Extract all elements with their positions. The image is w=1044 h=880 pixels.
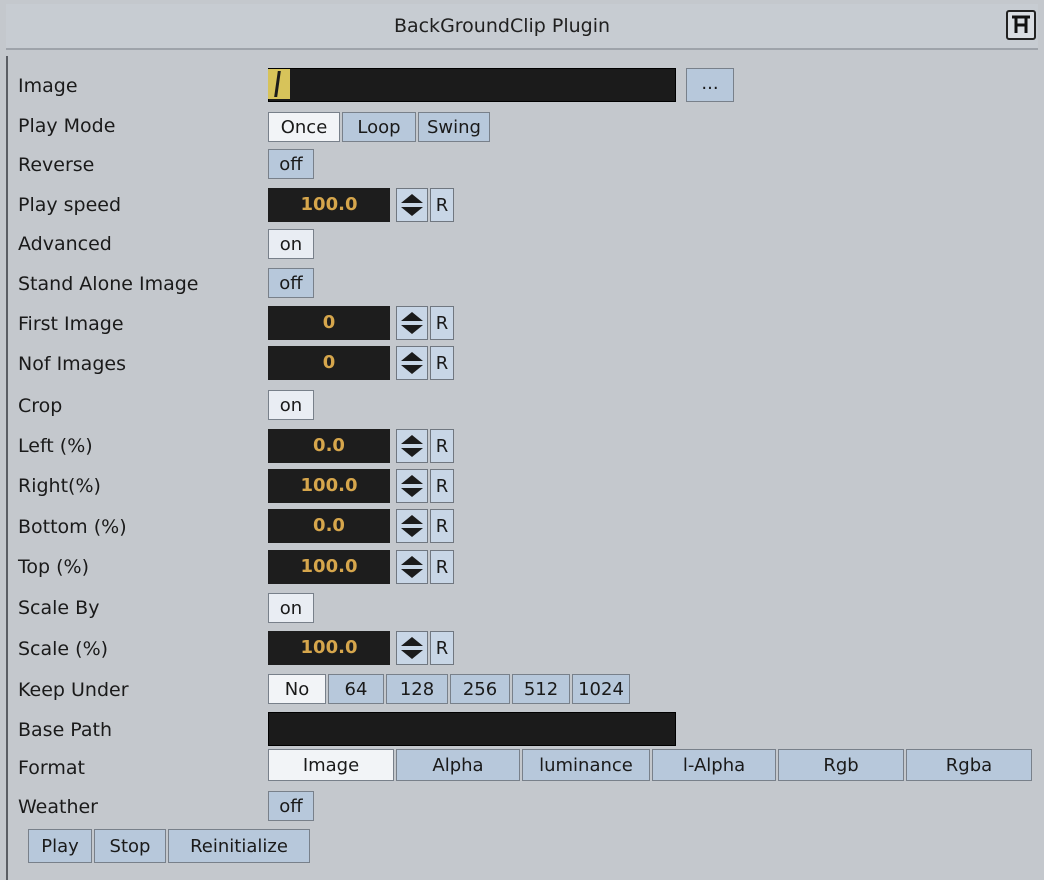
format-l-alpha[interactable]: l-Alpha	[652, 749, 776, 781]
browse-button[interactable]: ...	[686, 68, 734, 102]
play-speed-reset-button[interactable]: R	[430, 188, 454, 222]
plugin-icon[interactable]	[1006, 10, 1036, 40]
format-rgba[interactable]: Rgba	[906, 749, 1032, 781]
keep-under-no[interactable]: No	[268, 674, 326, 704]
keep-under-512[interactable]: 512	[512, 674, 570, 704]
crop-label: Crop	[18, 395, 63, 417]
format-luminance[interactable]: luminance	[522, 749, 650, 781]
keep-under-1024[interactable]: 1024	[572, 674, 630, 704]
first-image-label: First Image	[18, 313, 124, 335]
scale-reset-button[interactable]: R	[430, 631, 454, 665]
stop-button[interactable]: Stop	[94, 829, 166, 863]
left-input[interactable]: 0.0	[268, 429, 390, 463]
nof-images-label: Nof Images	[18, 353, 126, 375]
bottom-input[interactable]: 0.0	[268, 509, 390, 543]
right-spinner-icon[interactable]	[396, 469, 428, 503]
scale-label: Scale (%)	[18, 638, 109, 660]
window-title: BackGroundClip Plugin	[393, 15, 611, 37]
format-image[interactable]: Image	[268, 749, 394, 781]
first-image-reset-button[interactable]: R	[430, 306, 454, 340]
base-path-label: Base Path	[18, 719, 113, 741]
reverse-toggle[interactable]: off	[268, 149, 314, 179]
image-path-field[interactable]	[268, 68, 676, 102]
stand-alone-toggle[interactable]: off	[268, 268, 314, 298]
bottom-reset-button[interactable]: R	[430, 509, 454, 543]
advanced-label: Advanced	[18, 233, 112, 255]
image-path-value	[268, 69, 290, 99]
format-label: Format	[18, 757, 85, 779]
weather-label: Weather	[18, 796, 98, 818]
reverse-label: Reverse	[18, 154, 95, 176]
scale-input[interactable]: 100.0	[268, 631, 390, 665]
keep-under-label: Keep Under	[18, 679, 129, 701]
keep-under-64[interactable]: 64	[328, 674, 384, 704]
format-alpha[interactable]: Alpha	[396, 749, 520, 781]
base-path-field[interactable]	[268, 712, 676, 746]
play-mode-loop[interactable]: Loop	[342, 112, 416, 142]
bottom-spinner-icon[interactable]	[396, 509, 428, 543]
left-label: Left (%)	[18, 435, 93, 457]
left-reset-button[interactable]: R	[430, 429, 454, 463]
crop-toggle[interactable]: on	[268, 390, 314, 420]
reinitialize-button[interactable]: Reinitialize	[168, 829, 310, 863]
weather-toggle[interactable]: off	[268, 791, 314, 821]
top-label: Top (%)	[18, 556, 89, 578]
right-label: Right(%)	[18, 475, 101, 497]
bottom-label: Bottom (%)	[18, 516, 127, 538]
first-image-spinner-icon[interactable]	[396, 306, 428, 340]
top-reset-button[interactable]: R	[430, 550, 454, 584]
scale-by-toggle[interactable]: on	[268, 593, 314, 623]
top-input[interactable]: 100.0	[268, 550, 390, 584]
play-mode-once[interactable]: Once	[268, 112, 340, 142]
play-speed-label: Play speed	[18, 194, 122, 216]
first-image-input[interactable]: 0	[268, 306, 390, 340]
scale-by-label: Scale By	[18, 597, 100, 619]
play-button[interactable]: Play	[28, 829, 92, 863]
nof-images-spinner-icon[interactable]	[396, 346, 428, 380]
keep-under-256[interactable]: 256	[450, 674, 510, 704]
nof-images-reset-button[interactable]: R	[430, 346, 454, 380]
play-speed-input[interactable]: 100.0	[268, 188, 390, 222]
play-mode-swing[interactable]: Swing	[418, 112, 490, 142]
stand-alone-label: Stand Alone Image	[18, 273, 199, 295]
keep-under-128[interactable]: 128	[386, 674, 448, 704]
right-input[interactable]: 100.0	[268, 469, 390, 503]
play-speed-spinner-icon[interactable]	[396, 188, 428, 222]
right-reset-button[interactable]: R	[430, 469, 454, 503]
scale-spinner-icon[interactable]	[396, 631, 428, 665]
format-rgb[interactable]: Rgb	[778, 749, 904, 781]
image-label: Image	[18, 75, 78, 97]
title-bar: BackGroundClip Plugin	[6, 4, 1038, 50]
nof-images-input[interactable]: 0	[268, 346, 390, 380]
left-spinner-icon[interactable]	[396, 429, 428, 463]
advanced-toggle[interactable]: on	[268, 229, 314, 259]
top-spinner-icon[interactable]	[396, 550, 428, 584]
play-mode-label: Play Mode	[18, 115, 116, 137]
